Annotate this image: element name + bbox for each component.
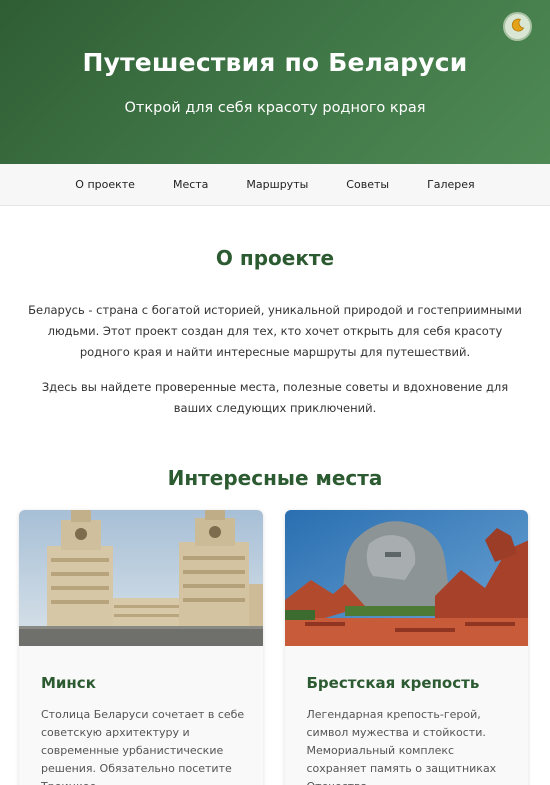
moon-icon <box>510 17 526 36</box>
about-paragraph-2: Здесь вы найдете проверенные места, поле… <box>41 380 509 415</box>
place-card-minsk[interactable]: Минск Столица Беларуси сочетает в себе с… <box>19 510 263 785</box>
brest-fortress-photo <box>284 510 528 646</box>
place-card-description: Легендарная крепость-герой, символ мужес… <box>306 708 497 785</box>
places-section: Интересные места Минск Столица Беларуси … <box>0 466 550 785</box>
nav-item-gallery[interactable]: Галерея <box>408 178 494 191</box>
nav-item-about[interactable]: О проекте <box>56 178 154 191</box>
nav-item-routes[interactable]: Маршруты <box>227 178 327 191</box>
place-card-description: Столица Беларуси сочетает в себе советск… <box>41 708 245 785</box>
about-section: О проекте Беларусь - страна с богатой ис… <box>0 246 550 419</box>
place-card-title: Минск <box>41 674 96 692</box>
about-title: О проекте <box>215 246 335 270</box>
main-nav: О проекте Места Маршруты Советы Галерея <box>0 164 550 206</box>
theme-toggle-button[interactable] <box>503 12 532 41</box>
nav-item-tips[interactable]: Советы <box>327 178 408 191</box>
nav-item-places[interactable]: Места <box>154 178 227 191</box>
site-title: Путешествия по Беларуси <box>82 48 468 77</box>
place-card-title: Брестская крепость <box>306 674 480 692</box>
site-subtitle: Открой для себя красоту родного края <box>124 100 426 116</box>
about-paragraph-1: Беларусь - страна с богатой историей, ун… <box>28 303 522 359</box>
minsk-photo <box>19 510 263 646</box>
places-title: Интересные места <box>167 466 383 490</box>
hero-banner: Путешествия по Беларуси Открой для себя … <box>0 0 550 164</box>
place-card-brest[interactable]: Брестская крепость Легендарная крепость-… <box>284 510 528 785</box>
places-cards: Минск Столица Беларуси сочетает в себе с… <box>0 510 550 785</box>
